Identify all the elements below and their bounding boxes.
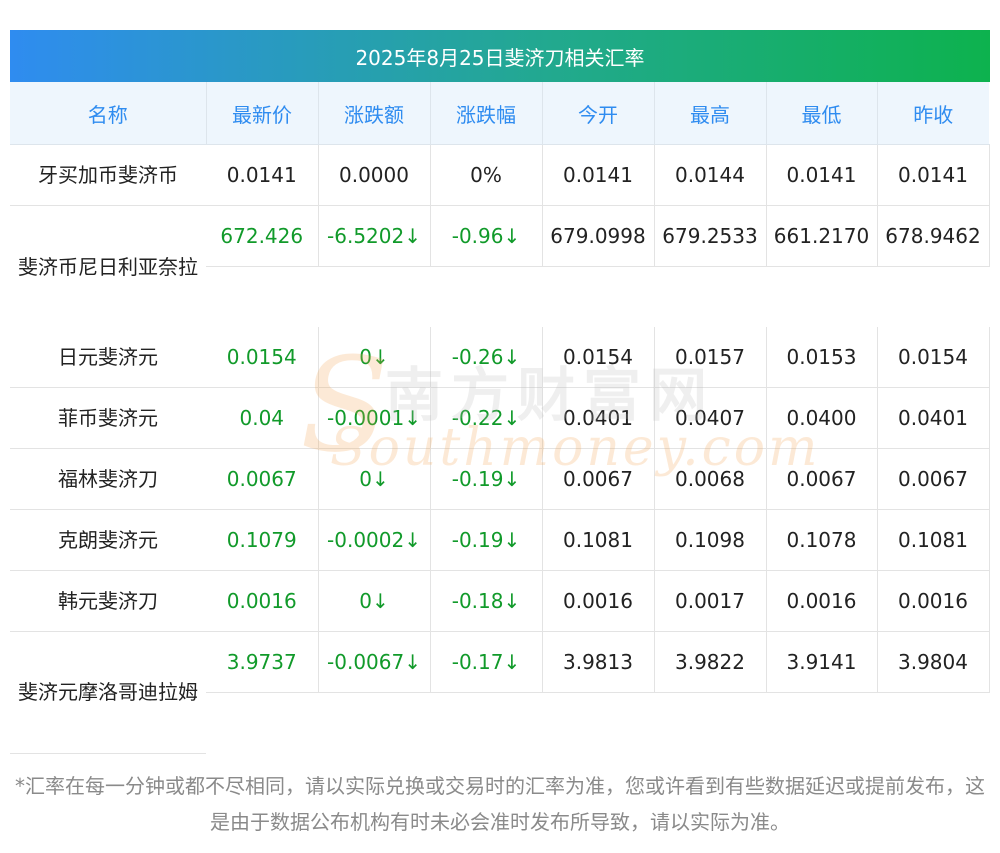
change-percent: -0.26↓ <box>430 327 543 388</box>
table-row: 斐济币尼日利亚奈拉 672.426 -6.5202↓ -0.96↓ 679.09… <box>10 205 990 279</box>
latest-price: 0.0016 <box>206 570 319 632</box>
low-price: 0.0400 <box>766 387 878 449</box>
open-price: 3.9813 <box>542 631 655 693</box>
prev-close-price: 3.9804 <box>877 631 990 693</box>
change-amount: -0.0067↓ <box>318 631 431 693</box>
latest-price: 0.1079 <box>206 509 319 571</box>
table-row: 克朗斐济元 0.1079 -0.0002↓ -0.19↓ 0.1081 0.10… <box>10 509 990 571</box>
currency-pair-name: 福林斐济刀 <box>10 448 206 510</box>
change-amount: 0↓ <box>318 448 431 510</box>
low-price: 0.0067 <box>766 448 878 510</box>
open-price: 0.0141 <box>542 144 655 206</box>
change-percent: -0.18↓ <box>430 570 543 632</box>
latest-price: 0.04 <box>206 387 319 449</box>
row-spacer <box>206 693 989 754</box>
low-price: 0.0153 <box>766 327 878 388</box>
low-price: 0.1078 <box>766 509 878 571</box>
prev-close-price: 0.0067 <box>877 448 990 510</box>
currency-pair-name: 斐济币尼日利亚奈拉 <box>18 254 198 279</box>
currency-pair-name: 克朗斐济元 <box>10 509 206 571</box>
open-price: 0.0067 <box>542 448 655 510</box>
change-percent: 0% <box>430 144 543 206</box>
table-row: 福林斐济刀 0.0067 0↓ -0.19↓ 0.0067 0.0068 0.0… <box>10 448 990 510</box>
change-percent: -0.96↓ <box>430 205 543 267</box>
high-price: 0.0068 <box>654 448 767 510</box>
prev-close-price: 0.0016 <box>877 570 990 632</box>
table-row: 斐济元摩洛哥迪拉姆 3.9737 -0.0067↓ -0.17↓ 3.9813 … <box>10 631 990 754</box>
currency-pair-name: 韩元斐济刀 <box>10 570 206 632</box>
change-amount: 0↓ <box>318 327 431 388</box>
change-percent: -0.19↓ <box>430 509 543 571</box>
high-price: 0.1098 <box>654 509 767 571</box>
latest-price: 672.426 <box>206 205 319 267</box>
table-header-row: 名称 最新价 涨跌额 涨跌幅 今开 最高 最低 昨收 <box>10 82 989 145</box>
high-price: 0.0157 <box>654 327 767 388</box>
table-row: 日元斐济元 0.0154 0↓ -0.26↓ 0.0154 0.0157 0.0… <box>10 327 990 388</box>
change-amount: 0↓ <box>318 570 431 632</box>
exchange-rate-table: 名称 最新价 涨跌额 涨跌幅 今开 最高 最低 昨收 牙买加币斐济币 0.014… <box>10 82 990 754</box>
latest-price: 0.0141 <box>206 144 319 206</box>
prev-close-price: 0.0141 <box>877 144 990 206</box>
change-amount: -0.0001↓ <box>318 387 431 449</box>
table-row: 韩元斐济刀 0.0016 0↓ -0.18↓ 0.0016 0.0017 0.0… <box>10 570 990 632</box>
prev-close-price: 678.9462 <box>877 205 990 267</box>
open-price: 0.1081 <box>542 509 655 571</box>
open-price: 0.0154 <box>542 327 655 388</box>
header-prev-close: 昨收 <box>877 82 989 145</box>
high-price: 0.0144 <box>654 144 767 206</box>
high-price: 0.0407 <box>654 387 767 449</box>
change-amount: -6.5202↓ <box>318 205 431 267</box>
change-amount: 0.0000 <box>318 144 431 206</box>
header-high: 最高 <box>654 82 767 145</box>
prev-close-price: 0.0401 <box>877 387 990 449</box>
change-amount: -0.0002↓ <box>318 509 431 571</box>
latest-price: 0.0154 <box>206 327 319 388</box>
latest-price: 0.0067 <box>206 448 319 510</box>
header-low: 最低 <box>766 82 878 145</box>
header-name: 名称 <box>10 82 207 145</box>
open-price: 0.0016 <box>542 570 655 632</box>
low-price: 0.0016 <box>766 570 878 632</box>
low-price: 0.0141 <box>766 144 878 206</box>
prev-close-price: 0.1081 <box>877 509 990 571</box>
currency-pair-name: 日元斐济元 <box>10 327 206 388</box>
table-row: 牙买加币斐济币 0.0141 0.0000 0% 0.0141 0.0144 0… <box>10 144 990 206</box>
open-price: 0.0401 <box>542 387 655 449</box>
change-percent: -0.22↓ <box>430 387 543 449</box>
low-price: 661.2170 <box>766 205 878 267</box>
high-price: 0.0017 <box>654 570 767 632</box>
header-change: 涨跌额 <box>318 82 431 145</box>
header-latest: 最新价 <box>206 82 319 145</box>
row-spacer <box>206 267 989 328</box>
open-price: 679.0998 <box>542 205 655 267</box>
prev-close-price: 0.0154 <box>877 327 990 388</box>
high-price: 3.9822 <box>654 631 767 693</box>
low-price: 3.9141 <box>766 631 878 693</box>
currency-pair-name: 菲币斐济元 <box>10 387 206 449</box>
currency-pair-name: 斐济元摩洛哥迪拉姆 <box>10 631 206 754</box>
latest-price: 3.9737 <box>206 631 319 693</box>
header-change-pct: 涨跌幅 <box>430 82 543 145</box>
page-title: 2025年8月25日斐济刀相关汇率 <box>10 30 990 82</box>
high-price: 679.2533 <box>654 205 767 267</box>
header-open: 今开 <box>542 82 655 145</box>
currency-pair-name: 牙买加币斐济币 <box>10 144 206 206</box>
footnote: *汇率在每一分钟或都不尽相同，请以实际兑换或交易时的汇率为准，您或许看到有些数据… <box>15 774 985 834</box>
change-percent: -0.17↓ <box>430 631 543 693</box>
table-row: 菲币斐济元 0.04 -0.0001↓ -0.22↓ 0.0401 0.0407… <box>10 387 990 449</box>
change-percent: -0.19↓ <box>430 448 543 510</box>
